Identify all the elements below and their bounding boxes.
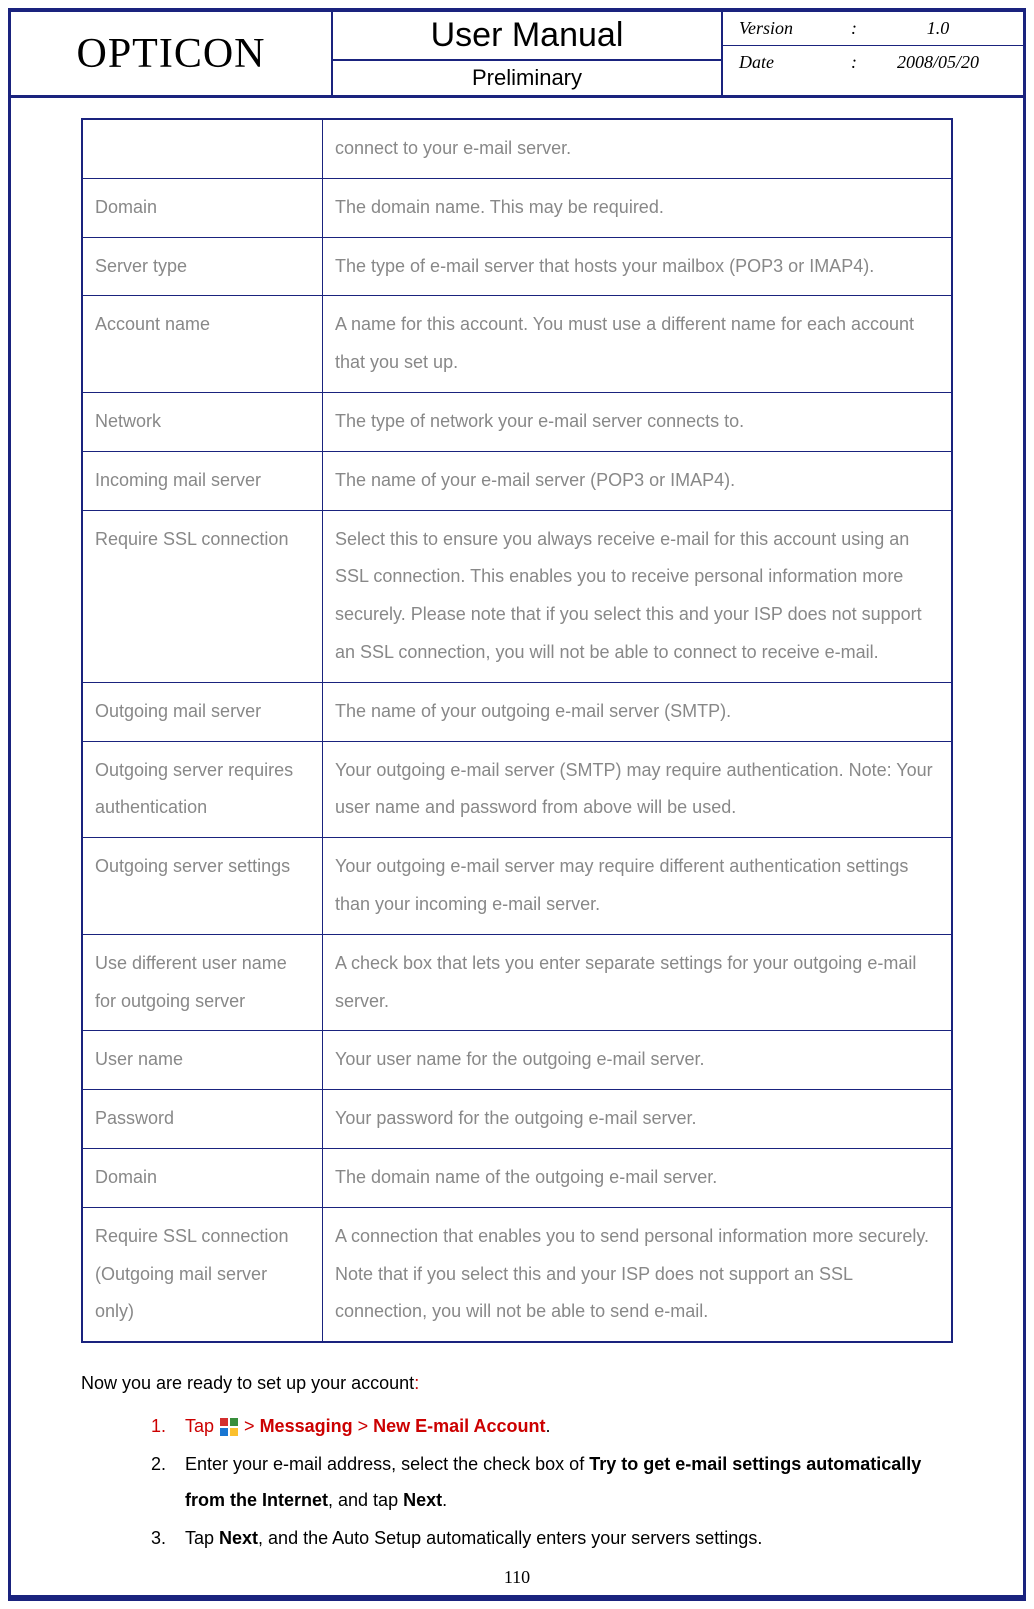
step2-a: Enter your e-mail address, select the ch… bbox=[185, 1454, 589, 1474]
page-number: 110 bbox=[11, 1567, 1023, 1588]
date-value: 2008/05/20 bbox=[869, 52, 1007, 73]
version-label: Version bbox=[739, 18, 839, 39]
header-meta: Version : 1.0 Date : 2008/05/20 bbox=[723, 12, 1023, 95]
table-row: NetworkThe type of network your e-mail s… bbox=[82, 392, 952, 451]
desc-cell: Your outgoing e-mail server may require … bbox=[323, 838, 953, 935]
version-value: 1.0 bbox=[869, 18, 1007, 39]
doc-title: User Manual bbox=[333, 12, 721, 61]
term-cell: Require SSL connection (Outgoing mail se… bbox=[82, 1207, 323, 1342]
table-row: Require SSL connection (Outgoing mail se… bbox=[82, 1207, 952, 1342]
doc-subtitle: Preliminary bbox=[333, 61, 721, 95]
term-cell: Incoming mail server bbox=[82, 451, 323, 510]
start-icon bbox=[219, 1417, 239, 1437]
step1-gt1: > bbox=[244, 1416, 260, 1436]
desc-cell: The domain name of the outgoing e-mail s… bbox=[323, 1148, 953, 1207]
table-row: connect to your e-mail server. bbox=[82, 119, 952, 178]
step-2: Enter your e-mail address, select the ch… bbox=[171, 1446, 953, 1518]
document-header: OPTICON User Manual Preliminary Version … bbox=[11, 12, 1023, 98]
version-row: Version : 1.0 bbox=[723, 12, 1023, 46]
desc-cell: The name of your e-mail server (POP3 or … bbox=[323, 451, 953, 510]
date-row: Date : 2008/05/20 bbox=[723, 46, 1023, 79]
term-cell: Domain bbox=[82, 1148, 323, 1207]
page-content: connect to your e-mail server. DomainThe… bbox=[11, 98, 1023, 1598]
table-row: Outgoing server settingsYour outgoing e-… bbox=[82, 838, 952, 935]
step2-next: Next bbox=[403, 1490, 442, 1510]
term-cell: Outgoing server requires authentication bbox=[82, 741, 323, 838]
desc-cell: connect to your e-mail server. bbox=[323, 119, 953, 178]
date-label: Date bbox=[739, 52, 839, 73]
term-cell: User name bbox=[82, 1031, 323, 1090]
desc-cell: A check box that lets you enter separate… bbox=[323, 934, 953, 1031]
step-3: Tap Next, and the Auto Setup automatical… bbox=[171, 1520, 953, 1556]
intro-text: Now you are ready to set up your account bbox=[81, 1373, 414, 1393]
table-row: Outgoing mail serverThe name of your out… bbox=[82, 682, 952, 741]
desc-cell: Select this to ensure you always receive… bbox=[323, 510, 953, 682]
desc-cell: The type of network your e-mail server c… bbox=[323, 392, 953, 451]
desc-cell: Your password for the outgoing e-mail se… bbox=[323, 1090, 953, 1149]
brand: OPTICON bbox=[11, 12, 333, 95]
table-row: Require SSL connectionSelect this to ens… bbox=[82, 510, 952, 682]
term-cell: Outgoing mail server bbox=[82, 682, 323, 741]
step3-next: Next bbox=[219, 1528, 258, 1548]
table-row: DomainThe domain name of the outgoing e-… bbox=[82, 1148, 952, 1207]
term-cell: Use different user name for outgoing ser… bbox=[82, 934, 323, 1031]
desc-cell: The name of your outgoing e-mail server … bbox=[323, 682, 953, 741]
step2-period: . bbox=[442, 1490, 447, 1510]
term-cell: Require SSL connection bbox=[82, 510, 323, 682]
definitions-table: connect to your e-mail server. DomainThe… bbox=[81, 118, 953, 1343]
table-row: PasswordYour password for the outgoing e… bbox=[82, 1090, 952, 1149]
desc-cell: The type of e-mail server that hosts you… bbox=[323, 237, 953, 296]
term-cell: Network bbox=[82, 392, 323, 451]
term-cell: Outgoing server settings bbox=[82, 838, 323, 935]
step2-b: , and tap bbox=[328, 1490, 403, 1510]
colon: : bbox=[839, 52, 869, 73]
table-row: Outgoing server requires authenticationY… bbox=[82, 741, 952, 838]
step1-gt2: > bbox=[358, 1416, 374, 1436]
term-cell: Account name bbox=[82, 296, 323, 393]
table-row: Use different user name for outgoing ser… bbox=[82, 934, 952, 1031]
desc-cell: Your outgoing e-mail server (SMTP) may r… bbox=[323, 741, 953, 838]
term-cell bbox=[82, 119, 323, 178]
table-row: Account nameA name for this account. You… bbox=[82, 296, 952, 393]
table-row: Incoming mail serverThe name of your e-m… bbox=[82, 451, 952, 510]
step-1: Tap > Messaging > New E-mail Account. bbox=[171, 1408, 953, 1444]
step1-period: . bbox=[546, 1416, 551, 1436]
step3-b: , and the Auto Setup automatically enter… bbox=[258, 1528, 762, 1548]
intro-colon: : bbox=[414, 1373, 419, 1393]
table-row: User nameYour user name for the outgoing… bbox=[82, 1031, 952, 1090]
definitions-tbody: connect to your e-mail server. DomainThe… bbox=[82, 119, 952, 1342]
document-page: OPTICON User Manual Preliminary Version … bbox=[8, 8, 1026, 1601]
colon: : bbox=[839, 18, 869, 39]
step1-messaging: Messaging bbox=[260, 1416, 353, 1436]
footer-bar bbox=[11, 1595, 1023, 1598]
desc-cell: The domain name. This may be required. bbox=[323, 178, 953, 237]
desc-cell: Your user name for the outgoing e-mail s… bbox=[323, 1031, 953, 1090]
step1-newemail: New E-mail Account bbox=[373, 1416, 545, 1436]
term-cell: Password bbox=[82, 1090, 323, 1149]
step3-a: Tap bbox=[185, 1528, 219, 1548]
table-row: Server typeThe type of e-mail server tha… bbox=[82, 237, 952, 296]
term-cell: Server type bbox=[82, 237, 323, 296]
step1-tap: Tap bbox=[185, 1416, 219, 1436]
setup-intro: Now you are ready to set up your account… bbox=[81, 1373, 953, 1394]
desc-cell: A name for this account. You must use a … bbox=[323, 296, 953, 393]
term-cell: Domain bbox=[82, 178, 323, 237]
desc-cell: A connection that enables you to send pe… bbox=[323, 1207, 953, 1342]
header-title-block: User Manual Preliminary bbox=[333, 12, 723, 95]
table-row: DomainThe domain name. This may be requi… bbox=[82, 178, 952, 237]
